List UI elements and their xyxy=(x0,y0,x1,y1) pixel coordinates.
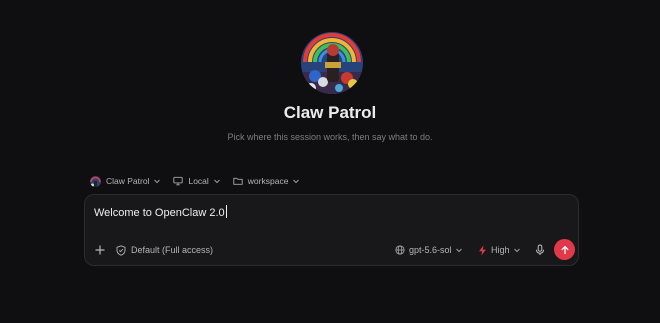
model-selector[interactable]: gpt-5.6-sol xyxy=(395,242,463,258)
agent-selector-label: Claw Patrol xyxy=(106,176,150,186)
agent-avatar xyxy=(301,32,363,94)
model-label: gpt-5.6-sol xyxy=(409,245,452,255)
session-hint: Pick where this session works, then say … xyxy=(227,132,433,142)
folder-selector-label: workspace xyxy=(247,176,289,186)
plus-icon xyxy=(95,245,105,255)
environment-selector[interactable]: Local xyxy=(173,176,220,186)
text-caret xyxy=(225,205,227,218)
environment-selector-label: Local xyxy=(188,176,209,186)
chevron-down-icon xyxy=(513,248,520,253)
chevron-down-icon xyxy=(154,179,161,184)
agent-selector[interactable]: Claw Patrol xyxy=(90,175,161,187)
agent-name: Claw Patrol xyxy=(283,103,377,122)
voice-input-button[interactable] xyxy=(533,243,547,257)
permissions-selector[interactable]: Default (Full access) xyxy=(116,242,213,258)
effort-label: High xyxy=(491,245,510,255)
agent-mini-avatar xyxy=(90,175,101,187)
composer-toolbar: Default (Full access) gpt-5.6-sol High xyxy=(85,239,578,261)
monitor-icon xyxy=(173,176,184,186)
shield-icon xyxy=(116,244,126,256)
bolt-icon xyxy=(479,245,486,255)
chevron-down-icon xyxy=(213,179,220,184)
message-text: Welcome to OpenClaw 2.0 xyxy=(94,207,225,219)
chevron-down-icon xyxy=(293,179,300,184)
globe-icon xyxy=(395,245,405,255)
session-context-bar: Claw Patrol Local workspace xyxy=(90,174,312,188)
message-composer[interactable]: Welcome to OpenClaw 2.0 Default (Full ac… xyxy=(84,194,579,266)
chevron-down-icon xyxy=(455,248,462,253)
new-session-page: Claw Patrol Pick where this session work… xyxy=(0,0,660,323)
send-button[interactable] xyxy=(554,239,575,260)
message-input[interactable]: Welcome to OpenClaw 2.0 xyxy=(94,205,227,219)
effort-selector[interactable]: High xyxy=(478,242,521,258)
folder-icon xyxy=(233,177,243,185)
arrow-up-icon xyxy=(561,245,568,254)
permissions-label: Default (Full access) xyxy=(131,245,214,255)
mic-icon xyxy=(536,244,544,255)
folder-selector[interactable]: workspace xyxy=(233,176,301,186)
add-attachment-button[interactable] xyxy=(93,243,107,257)
